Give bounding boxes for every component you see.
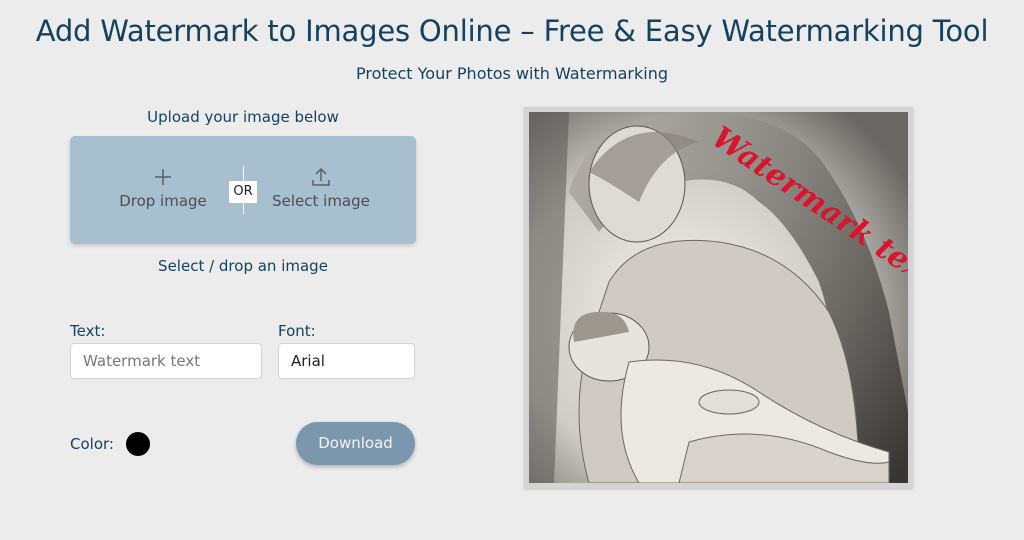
plus-icon (108, 166, 218, 188)
page-subtitle: Protect Your Photos with Watermarking (356, 64, 668, 83)
font-select[interactable]: Arial (278, 343, 415, 379)
upload-zone[interactable]: Drop image OR Select image (70, 136, 416, 244)
text-label: Text: (70, 322, 106, 340)
select-image-button[interactable]: Select image (266, 166, 376, 210)
upload-caption: Select / drop an image (158, 257, 328, 275)
color-picker[interactable] (126, 432, 150, 456)
download-button[interactable]: Download (296, 422, 415, 465)
font-label: Font: (278, 322, 316, 340)
watermark-text-input[interactable] (70, 343, 262, 379)
drop-image-label: Drop image (119, 192, 207, 210)
color-label: Color: (70, 435, 114, 453)
image-preview: Watermark text (524, 107, 913, 488)
page-title: Add Watermark to Images Online – Free & … (35, 14, 989, 48)
uploaded-photo (529, 112, 908, 483)
preview-canvas: Watermark text (529, 112, 908, 483)
or-separator: OR (229, 181, 257, 203)
drop-image-area[interactable]: Drop image (108, 166, 218, 210)
upload-hint: Upload your image below (147, 108, 339, 126)
page: Add Watermark to Images Online – Free & … (0, 0, 1024, 540)
upload-icon (266, 166, 376, 188)
select-image-label: Select image (272, 192, 370, 210)
